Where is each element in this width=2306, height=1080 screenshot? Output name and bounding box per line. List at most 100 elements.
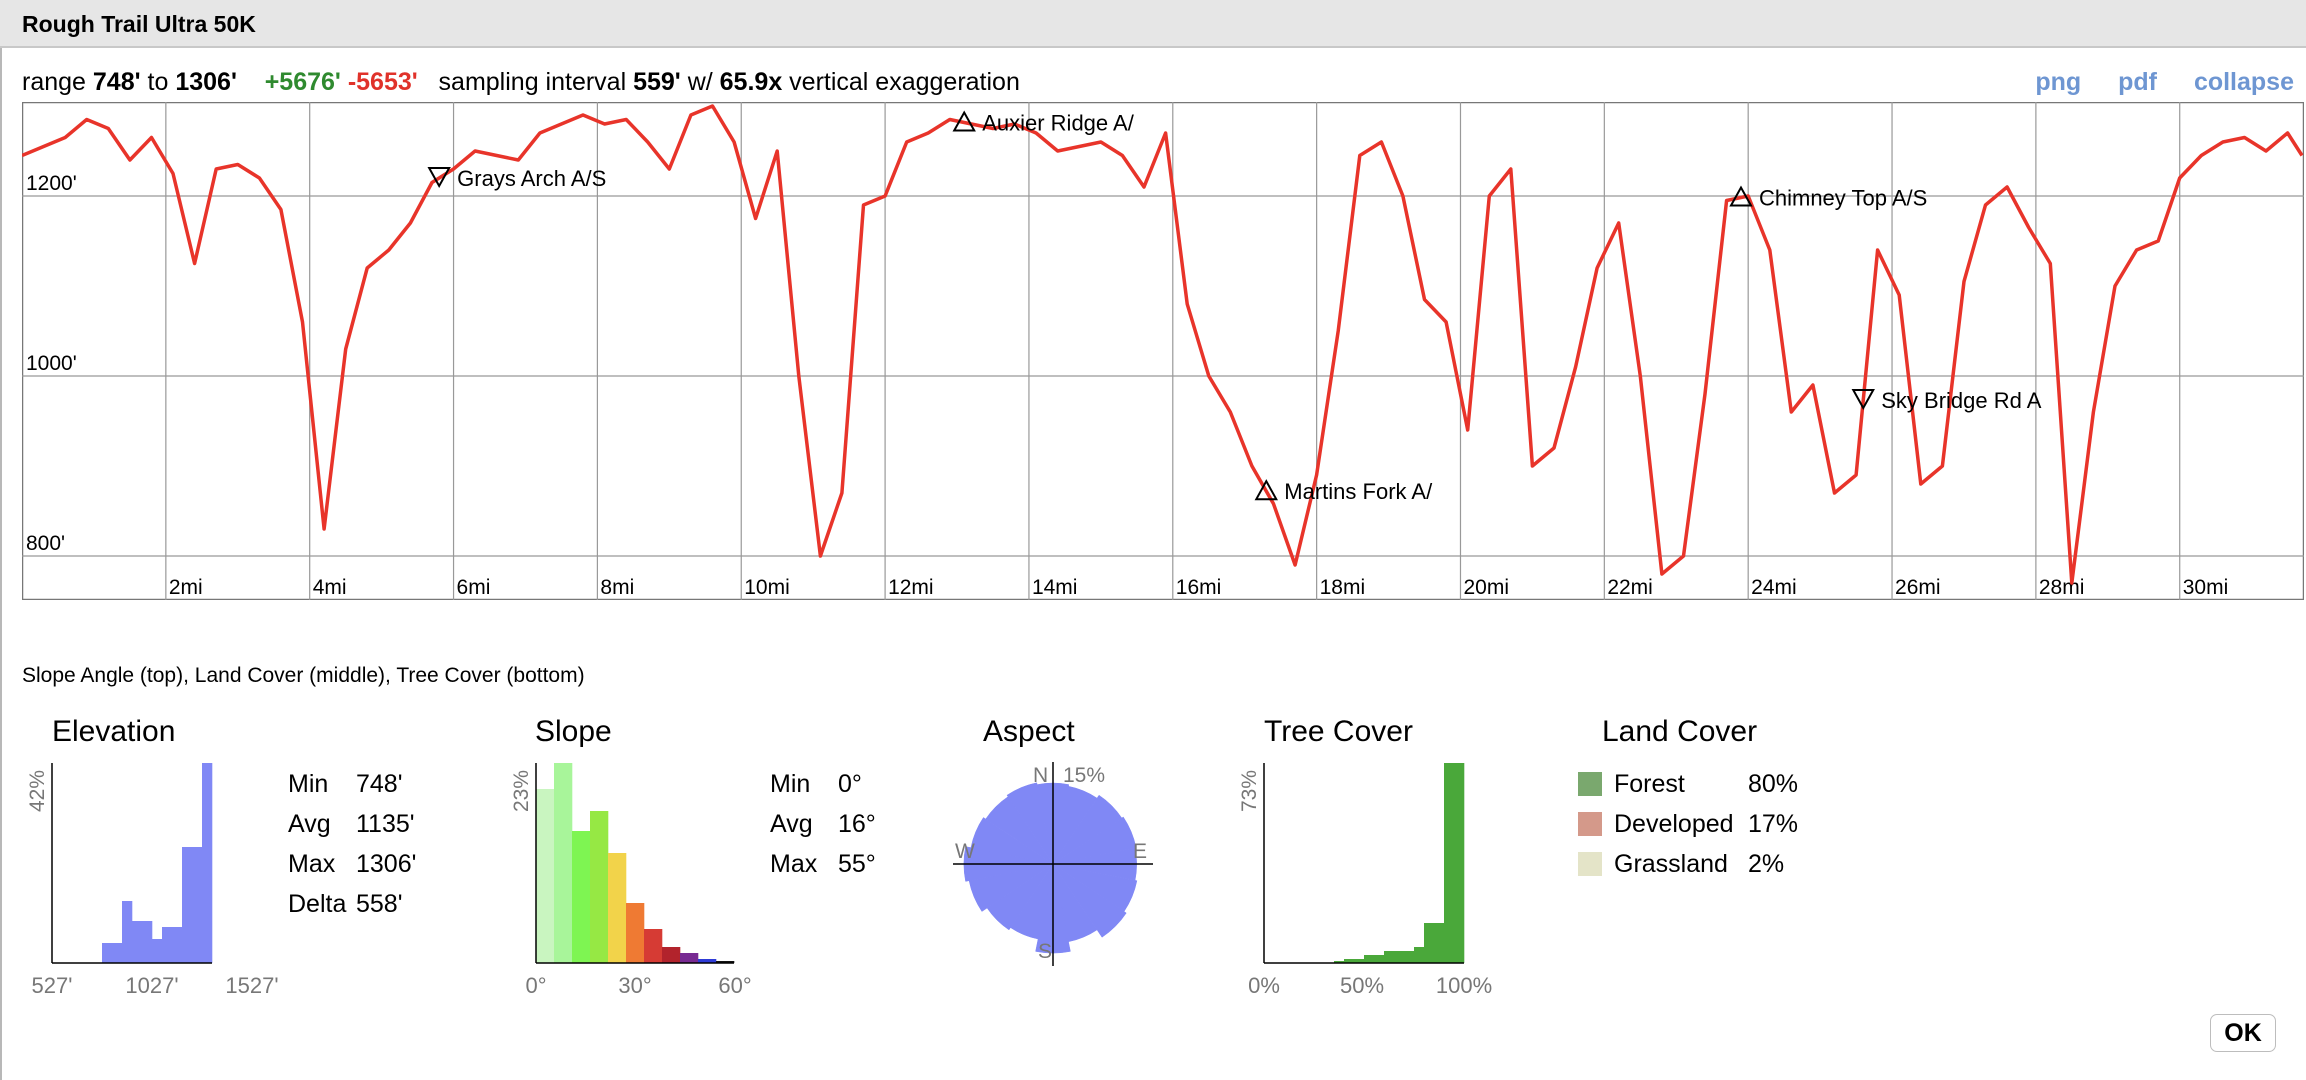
histogram-bar <box>1454 763 1465 963</box>
stat-value: 0° <box>838 770 862 798</box>
histogram-bar <box>1374 955 1385 963</box>
stat-row: Avg 1135' <box>288 804 416 844</box>
histogram-bar <box>1414 947 1425 963</box>
max-percent-label: 23% <box>510 770 533 812</box>
stat-row: Delta 558' <box>288 884 416 924</box>
pdf-link[interactable]: pdf <box>2118 68 2157 96</box>
land-cover-title: Land Cover <box>1602 715 1758 748</box>
x-tick-label: 24mi <box>1751 576 1797 599</box>
histogram-bar <box>112 943 123 963</box>
waypoint-label: Auxier Ridge A/ <box>982 111 1135 136</box>
x-tick-label: 28mi <box>2039 576 2085 599</box>
x-tick-label: 8mi <box>600 576 634 599</box>
to-label: to <box>147 68 169 96</box>
x-axis-label: 1527' <box>225 973 278 998</box>
x-axis-label: 30° <box>618 973 651 998</box>
stat-row: Max 55° <box>770 844 876 884</box>
png-link[interactable]: png <box>2035 68 2081 96</box>
stat-label: Max <box>770 850 818 878</box>
ok-button[interactable]: OK <box>2210 1014 2276 1052</box>
sampling-label: sampling interval <box>438 68 627 96</box>
histogram-bar <box>608 853 627 963</box>
histogram-bar <box>142 921 153 963</box>
plot-frame <box>22 102 2304 600</box>
stat-row: Max 1306' <box>288 844 416 884</box>
x-tick-label: 18mi <box>1320 576 1366 599</box>
x-tick-label: 20mi <box>1463 576 1509 599</box>
x-axis-label: 0° <box>525 973 546 998</box>
land-cover-swatch <box>1578 812 1602 836</box>
histogram-bar <box>192 847 203 963</box>
land-cover-legend: Forest 80% Developed 17% Grassland 2% <box>1578 764 1798 884</box>
land-cover-name: Forest <box>1614 770 1685 798</box>
histogram-bar <box>162 927 173 963</box>
range-label: range <box>22 68 86 96</box>
stat-row: Avg 16° <box>770 804 876 844</box>
x-tick-label: 14mi <box>1032 576 1078 599</box>
histogram-bar <box>536 789 555 963</box>
aspect-north-label: N <box>1033 764 1048 787</box>
x-tick-label: 26mi <box>1895 576 1941 599</box>
stat-value: 1306' <box>356 850 417 878</box>
tree-cover-title: Tree Cover <box>1264 715 1413 748</box>
land-cover-swatch <box>1578 772 1602 796</box>
stat-label: Max <box>288 850 336 878</box>
slope-histogram: 23% 0° 30° 60° <box>510 763 752 998</box>
title-bar: Rough Trail Ultra 50K <box>0 0 2306 48</box>
elevation-loss: -5653' <box>347 68 418 96</box>
stat-value: 16° <box>838 810 876 838</box>
stat-value: 748' <box>356 770 403 798</box>
x-tick-label: 22mi <box>1607 576 1653 599</box>
y-tick-label: 800' <box>26 532 65 555</box>
histogram-bar <box>662 947 681 963</box>
max-percent-label: 42% <box>26 770 49 812</box>
histogram-bar <box>626 903 645 963</box>
x-tick-label: 10mi <box>744 576 790 599</box>
histogram-bar <box>680 953 699 963</box>
waypoint-label: Chimney Top A/S <box>1759 186 1927 211</box>
slope-title: Slope <box>535 715 612 748</box>
land-cover-percent: 80% <box>1748 770 1799 798</box>
stat-label: Min <box>288 770 329 798</box>
elevation-histogram: 42% 527' 1027' 1527' <box>26 763 279 998</box>
aspect-west-label: W <box>955 840 975 863</box>
x-axis-label: 0% <box>1248 973 1280 998</box>
land-cover-percent: 17% <box>1748 810 1799 838</box>
aspect-rose-diagram: N 15% S E W <box>953 762 1153 966</box>
histogram-bar <box>644 929 663 963</box>
aspect-title: Aspect <box>983 715 1075 748</box>
x-tick-label: 4mi <box>313 576 347 599</box>
x-tick-label: 30mi <box>2183 576 2229 599</box>
histogram-bar <box>1404 951 1415 963</box>
aspect-east-label: E <box>1133 840 1147 863</box>
stat-value: 1135' <box>356 810 415 838</box>
max-percent-label: 73% <box>1240 770 1261 812</box>
histogram-bar <box>122 901 133 963</box>
x-axis-label: 100% <box>1436 973 1492 998</box>
histogram-bar <box>1444 763 1455 963</box>
histogram-bar <box>172 927 183 963</box>
collapse-link[interactable]: collapse <box>2194 68 2294 96</box>
range-max: 1306' <box>175 68 237 96</box>
x-axis-label: 1027' <box>125 973 178 998</box>
x-tick-label: 2mi <box>169 576 203 599</box>
land-cover-name: Grassland <box>1614 850 1728 878</box>
exaggeration-label: vertical exaggeration <box>789 68 1020 96</box>
histogram-bar <box>554 763 573 963</box>
x-tick-label: 6mi <box>457 576 491 599</box>
histogram-bar <box>202 763 213 963</box>
stat-row: Min 0° <box>770 764 876 804</box>
stat-value: 55° <box>838 850 876 878</box>
stat-value: 558' <box>356 890 403 918</box>
x-axis-label: 50% <box>1340 973 1384 998</box>
strip-caption: Slope Angle (top), Land Cover (middle), … <box>22 664 585 687</box>
histogram-bar <box>572 831 591 963</box>
histogram-bar <box>590 811 609 963</box>
stat-label: Avg <box>770 810 813 838</box>
aspect-ring-label: 15% <box>1063 764 1105 787</box>
x-axis-label: 60° <box>718 973 751 998</box>
stat-row: Min 748' <box>288 764 416 804</box>
sampling-interval: 559' <box>633 68 681 96</box>
window-title: Rough Trail Ultra 50K <box>22 11 256 37</box>
histogram-bar <box>1384 951 1395 963</box>
